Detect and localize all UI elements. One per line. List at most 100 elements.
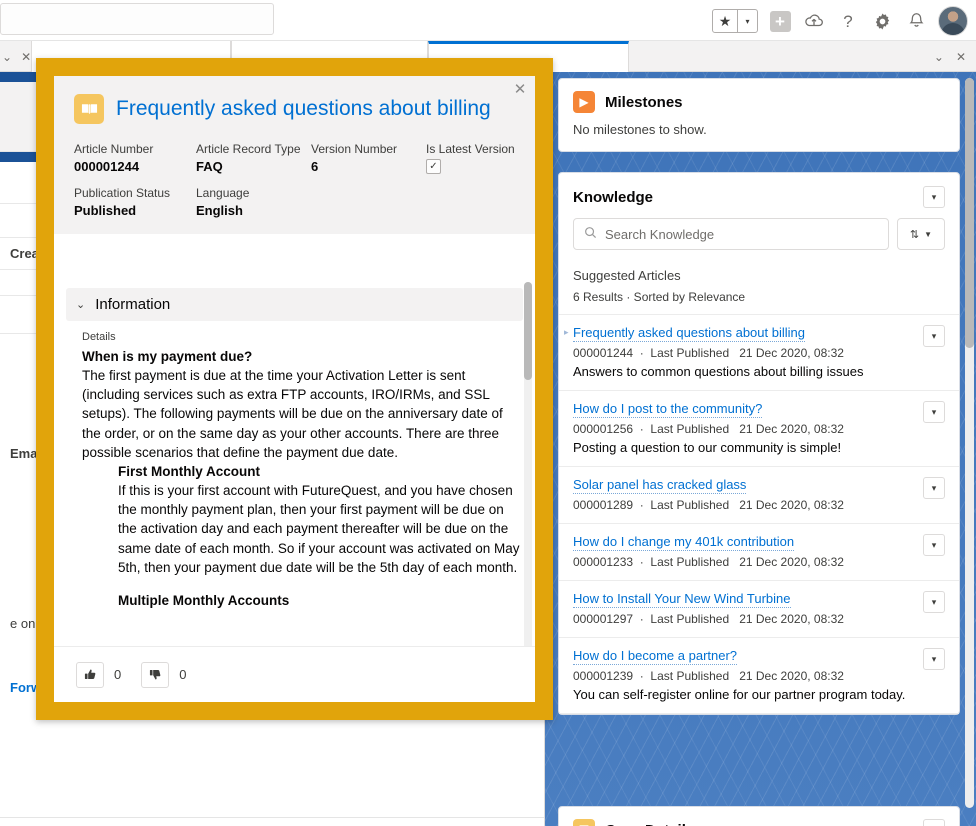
article-published-date: 21 Dec 2020, 08:32 — [739, 669, 844, 683]
article-number: 000001256 — [573, 422, 634, 436]
right-panel-scrollbar[interactable] — [965, 78, 974, 808]
article-list-item[interactable]: How to Install Your New Wind Turbine 000… — [559, 580, 959, 637]
article-list-item[interactable]: How do I post to the community? 00000125… — [559, 390, 959, 466]
article-list-item[interactable]: ▸ Frequently asked questions about billi… — [559, 314, 959, 390]
article-meta: 000001244 · Last Published 21 Dec 2020, … — [573, 346, 844, 360]
search-icon — [584, 226, 597, 242]
article-body-intro: The first payment is due at the time you… — [82, 368, 503, 460]
feed-footer: 1m ago ▾ — [0, 817, 544, 826]
tab-close-icon[interactable]: ✕ — [21, 50, 31, 64]
information-section-title: Information — [95, 296, 171, 313]
field-value: FAQ — [196, 159, 223, 174]
article-menu-caret-icon[interactable]: ▾ — [923, 591, 945, 613]
user-avatar[interactable] — [938, 6, 968, 36]
case-details-title: Case Details — [605, 822, 694, 826]
knowledge-search-box[interactable] — [573, 218, 889, 250]
article-description: You can self-register online for our par… — [573, 687, 906, 702]
modal-close-icon[interactable]: ✕ — [511, 80, 529, 98]
article-menu-caret-icon[interactable]: ▾ — [923, 648, 945, 670]
sort-caret-icon: ▼ — [924, 229, 933, 239]
add-icon[interactable]: + — [768, 9, 792, 33]
body-gap — [82, 577, 523, 591]
notifications-bell-icon[interactable] — [904, 9, 928, 33]
knowledge-article-modal-frame: ✕ Frequently asked questions about billi… — [36, 58, 553, 720]
article-menu-caret-icon[interactable]: ▾ — [923, 534, 945, 556]
field-label: Is Latest Version — [426, 142, 515, 156]
article-number: 000001239 — [573, 669, 634, 683]
article-list-item[interactable]: How do I become a partner? 000001239 · L… — [559, 637, 959, 714]
article-title-link[interactable]: How to Install Your New Wind Turbine — [573, 591, 791, 608]
article-published-label: Last Published — [650, 422, 730, 436]
field-label: Article Number — [74, 142, 154, 156]
magnifier-glyph — [585, 227, 597, 239]
details-label: Details — [82, 331, 116, 343]
thumbs-down-icon[interactable] — [141, 661, 170, 688]
article-menu-caret-icon[interactable]: ▾ — [923, 401, 945, 423]
article-sub1-heading: First Monthly Account — [118, 463, 260, 479]
right-panel-scrollbar-thumb[interactable] — [965, 78, 974, 348]
article-title-link[interactable]: Solar panel has cracked glass — [573, 477, 747, 494]
article-published-label: Last Published — [650, 612, 730, 626]
favorites-control[interactable]: ★ ▾ — [712, 9, 758, 33]
article-menu-caret-icon[interactable]: ▾ — [923, 325, 945, 347]
article-menu-caret-icon[interactable]: ▾ — [923, 477, 945, 499]
modal-title-row: Frequently asked questions about billing — [74, 94, 515, 124]
field-label: Publication Status — [74, 186, 171, 200]
article-list-item[interactable]: How do I change my 401k contribution 000… — [559, 523, 959, 580]
favorites-caret-icon[interactable]: ▾ — [738, 10, 757, 32]
thumbs-up-icon[interactable] — [76, 661, 104, 688]
article-list-item[interactable]: Solar panel has cracked glass 000001289 … — [559, 466, 959, 523]
field-article-number: Article Number 000001244 — [74, 142, 196, 174]
case-details-icon: ☰ — [573, 819, 595, 826]
article-meta: 000001239 · Last Published 21 Dec 2020, … — [573, 669, 844, 683]
article-description: Posting a question to our community is s… — [573, 440, 842, 455]
thumbs-down-count: 0 — [179, 667, 187, 682]
knowledge-search-input[interactable] — [605, 226, 878, 242]
article-published-date: 21 Dec 2020, 08:32 — [739, 498, 844, 512]
knowledge-panel-menu-caret-icon[interactable]: ▾ — [923, 186, 945, 208]
tab-collapse-caret-icon-right[interactable]: ⌄ — [934, 50, 944, 64]
tab-collapse-caret-icon[interactable]: ⌄ — [2, 50, 12, 64]
article-title-link[interactable]: How do I change my 401k contribution — [573, 534, 795, 551]
field-value: English — [196, 203, 243, 218]
article-title-link[interactable]: How do I post to the community? — [573, 401, 763, 418]
tab-right-controls: ⌄ ✕ — [934, 41, 972, 72]
article-published-date: 21 Dec 2020, 08:32 — [739, 422, 844, 436]
chevron-down-icon[interactable]: ⌄ — [76, 298, 85, 311]
modal-footer: 0 0 — [54, 646, 535, 702]
article-selected-arrow-icon: ▸ — [564, 327, 569, 337]
article-meta: 000001256 · Last Published 21 Dec 2020, … — [573, 422, 844, 436]
tab-close-icon-right[interactable]: ✕ — [956, 50, 966, 64]
modal-body-scrollbar[interactable] — [524, 282, 532, 646]
modal-body-scrollbar-thumb[interactable] — [524, 282, 532, 380]
case-details-menu-caret-icon[interactable]: ▾ — [923, 819, 945, 826]
cloud-icon[interactable] — [802, 9, 826, 33]
global-search-input[interactable] — [0, 3, 274, 35]
modal-body: ⌄ Information Details When is my payment… — [54, 278, 535, 646]
article-number: 000001244 — [573, 346, 634, 360]
field-is-latest-version: Is Latest Version ✓ — [426, 142, 515, 174]
cloud-upload-glyph — [805, 14, 823, 27]
article-field-grid: Article Number 000001244 Article Record … — [74, 142, 515, 218]
field-spacer-b — [426, 186, 515, 218]
field-label: Version Number — [311, 142, 398, 156]
article-published-label: Last Published — [650, 346, 730, 360]
is-latest-version-checkbox: ✓ — [426, 159, 441, 174]
modal-article-title: Frequently asked questions about billing — [116, 97, 491, 120]
help-icon[interactable]: ? — [836, 9, 860, 33]
favorites-star-icon[interactable]: ★ — [713, 10, 738, 32]
article-title-link[interactable]: How do I become a partner? — [573, 648, 738, 665]
setup-gear-icon[interactable] — [870, 9, 894, 33]
knowledge-sort-button[interactable]: ⇅ ▼ — [897, 218, 945, 250]
milestones-header: ▶ Milestones — [559, 79, 959, 119]
suggested-articles-label: Suggested Articles — [573, 268, 681, 283]
article-meta: 000001289 · Last Published 21 Dec 2020, … — [573, 498, 844, 512]
field-value: 6 — [311, 159, 319, 174]
article-published-date: 21 Dec 2020, 08:32 — [739, 555, 844, 569]
information-section-header[interactable]: ⌄ Information — [66, 288, 523, 321]
milestones-empty-text: No milestones to show. — [573, 122, 707, 137]
article-title-link[interactable]: Frequently asked questions about billing — [573, 325, 805, 342]
article-meta: 000001233 · Last Published 21 Dec 2020, … — [573, 555, 844, 569]
field-version-number: Version Number 6 — [311, 142, 426, 174]
field-label: Language — [196, 186, 250, 200]
